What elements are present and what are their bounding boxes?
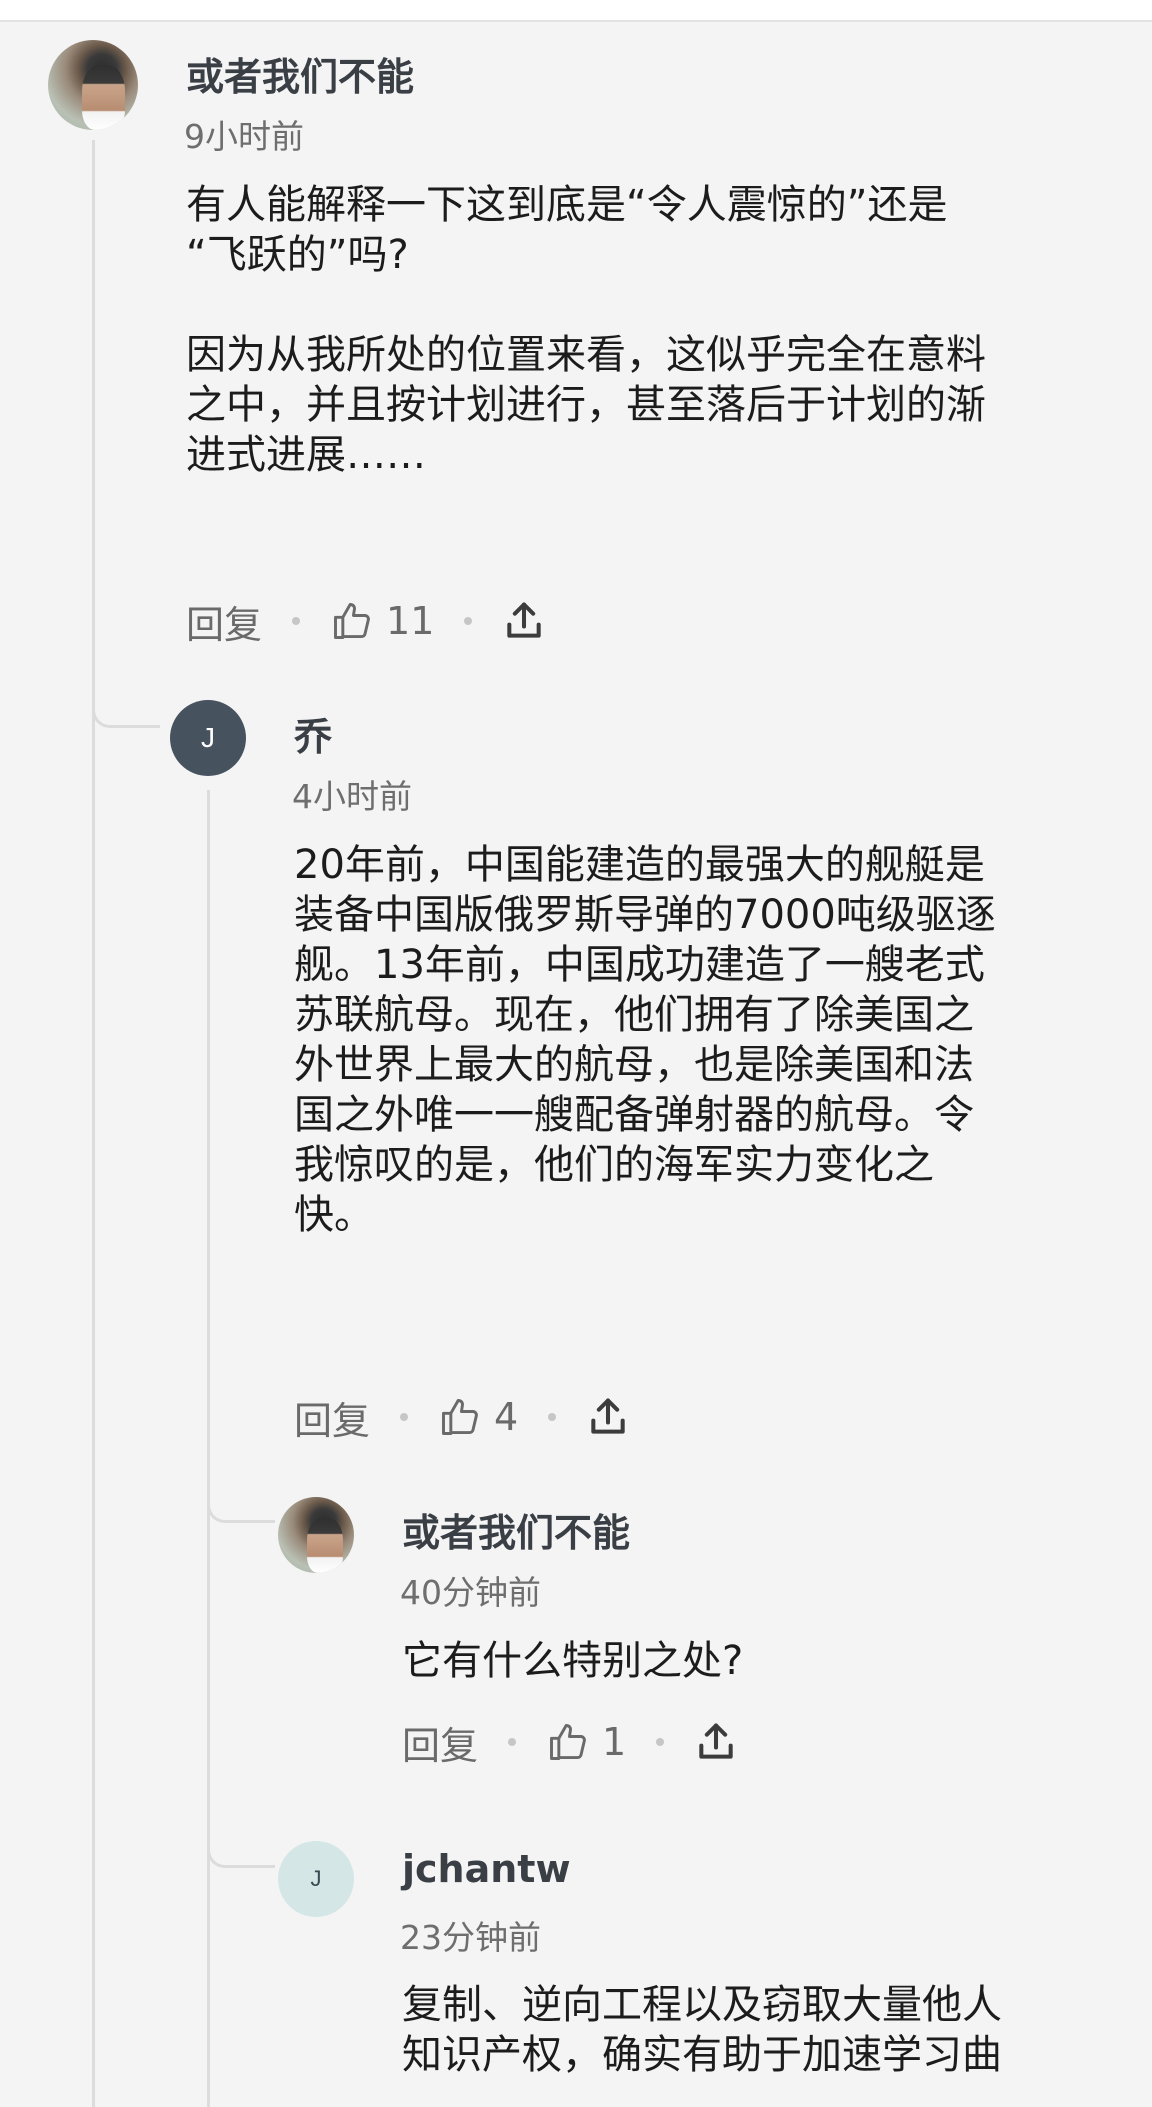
like-count: 11 — [386, 599, 435, 643]
thumbs-up-icon — [442, 1399, 478, 1435]
comment-username[interactable]: 或者我们不能 — [402, 1502, 630, 1557]
comment-actions: 回复 11 — [186, 591, 546, 651]
thread-branch-reply-3 — [207, 1825, 275, 1868]
like-button[interactable]: 4 — [438, 1395, 518, 1439]
comment-body-line: 我惊叹的是，他们的海军实力变化之 — [294, 1142, 934, 1188]
comment-body-line: 有人能解释一下这到底是“令人震惊的”还是 — [186, 182, 948, 228]
like-count: 4 — [494, 1395, 519, 1439]
comment-body-line: “飞跃的”吗? — [186, 232, 409, 278]
avatar-face — [82, 65, 126, 130]
separator-dot — [508, 1738, 517, 1746]
comment-body-line: 复制、逆向工程以及窃取大量他人 — [402, 1982, 1002, 2028]
comment-timestamp: 9小时前 — [184, 117, 304, 156]
separator-dot — [292, 617, 301, 625]
comment-body-line: 舰。13年前，中国成功建造了一艘老式 — [294, 942, 985, 988]
comment-body-line: 快。 — [294, 1192, 374, 1238]
like-button[interactable]: 1 — [546, 1720, 626, 1764]
share-button[interactable] — [502, 598, 546, 644]
avatar[interactable]: J — [170, 700, 246, 776]
comment-body-line: 装备中国版俄罗斯导弹的7000吨级驱逐 — [294, 892, 996, 938]
thread-branch-reply-2 — [207, 1480, 275, 1523]
comment-username[interactable]: jchantw — [402, 1847, 571, 1891]
avatar-face — [306, 1518, 344, 1573]
separator-dot — [548, 1413, 557, 1421]
comment-actions: 回复 4 — [294, 1387, 630, 1447]
comment-body: 它有什么特别之处? — [402, 1636, 743, 1686]
separator-dot — [400, 1413, 409, 1421]
comment-body: 20年前，中国能建造的最强大的舰艇是 装备中国版俄罗斯导弹的7000吨级驱逐 舰… — [294, 840, 996, 1240]
thread-line-root — [92, 140, 95, 2107]
separator-dot — [464, 617, 473, 625]
thumbs-up-icon — [550, 1724, 586, 1760]
share-icon — [507, 602, 542, 638]
comment-timestamp: 4小时前 — [292, 777, 412, 816]
comment-username[interactable]: 乔 — [294, 706, 332, 761]
top-edge — [0, 0, 1152, 22]
thread-branch-reply-1 — [92, 685, 160, 728]
comment-body: 复制、逆向工程以及窃取大量他人 知识产权，确实有助于加速学习曲 — [402, 1980, 1002, 2080]
comment-username[interactable]: 或者我们不能 — [186, 46, 414, 101]
share-icon — [591, 1398, 625, 1434]
like-button[interactable]: 11 — [330, 599, 434, 643]
thread-line-reply-1 — [207, 790, 210, 2107]
like-count: 1 — [602, 1720, 627, 1764]
reply-button[interactable]: 回复 — [402, 1715, 478, 1770]
thumbs-up-icon — [334, 603, 370, 639]
avatar[interactable] — [48, 40, 138, 130]
separator-dot — [656, 1738, 665, 1746]
share-button[interactable] — [694, 1719, 738, 1765]
avatar[interactable]: J — [278, 1841, 354, 1917]
avatar[interactable] — [278, 1497, 354, 1573]
comment-body-line — [186, 280, 986, 330]
comment-body-line: 进式进展…… — [186, 432, 426, 478]
comment-body-line: 它有什么特别之处? — [402, 1638, 744, 1684]
share-icon — [699, 1723, 733, 1759]
comment-body-line: 20年前，中国能建造的最强大的舰艇是 — [294, 842, 985, 888]
comment-body-line: 国之外唯一一艘配备弹射器的航母。令 — [294, 1092, 974, 1138]
comment-actions: 回复 1 — [402, 1712, 738, 1772]
comment-timestamp: 23分钟前 — [400, 1918, 541, 1957]
comment-body-line: 外世界上最大的航母，也是除美国和法 — [294, 1042, 974, 1088]
comment-body-line: 知识产权，确实有助于加速学习曲 — [402, 2032, 1002, 2078]
comment-body-line: 苏联航母。现在，他们拥有了除美国之 — [294, 992, 974, 1038]
reply-button[interactable]: 回复 — [186, 594, 262, 649]
comment-timestamp: 40分钟前 — [400, 1573, 541, 1612]
share-button[interactable] — [586, 1394, 630, 1440]
comment-body-line: 因为从我所处的位置来看，这似乎完全在意料 — [186, 332, 986, 378]
comment-body-line: 之中，并且按计划进行，甚至落后于计划的渐 — [186, 382, 986, 428]
reply-button[interactable]: 回复 — [294, 1390, 370, 1445]
comment-body: 有人能解释一下这到底是“令人震惊的”还是 “飞跃的”吗? 因为从我所处的位置来看… — [186, 180, 986, 480]
